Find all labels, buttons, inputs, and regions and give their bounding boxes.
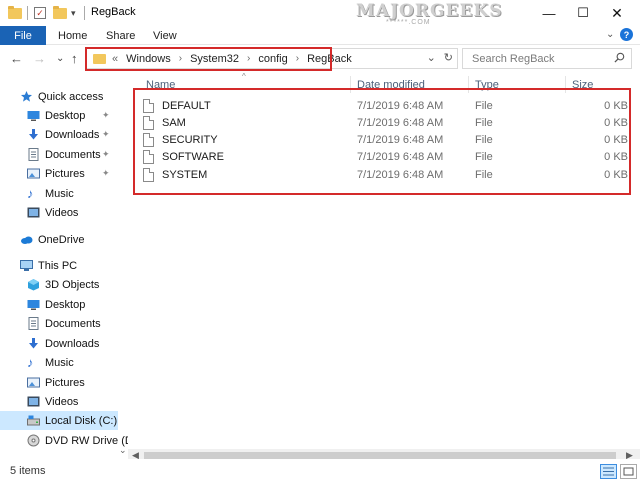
details-view-icon <box>603 467 614 476</box>
sidebar-item-label: Music <box>45 356 74 369</box>
up-button[interactable]: ↑ <box>71 51 78 66</box>
sidebar-item-label: Desktop <box>45 109 86 122</box>
search-icon[interactable] <box>614 52 625 63</box>
details-view-button[interactable] <box>600 464 617 479</box>
back-button[interactable]: ← <box>10 51 23 66</box>
tab-file[interactable]: File <box>0 26 46 45</box>
pin-icon[interactable]: ✦ <box>102 129 110 140</box>
sidebar-item-downloads[interactable]: Downloads <box>27 334 99 353</box>
pictures-icon <box>27 376 40 389</box>
window-title: RegBack <box>91 6 136 18</box>
pictures-icon <box>27 167 40 180</box>
sidebar-item-label: Music <box>45 187 74 200</box>
videos-icon <box>27 395 40 408</box>
item-count: 5 items <box>10 465 46 477</box>
separator <box>84 5 85 21</box>
music-icon: ♪ <box>27 355 34 370</box>
tab-home[interactable]: Home <box>58 26 87 45</box>
sidebar-item-videos[interactable]: Videos <box>27 392 78 411</box>
refresh-icon[interactable]: ↻ <box>444 51 453 64</box>
sidebar-item-quick-access[interactable]: Quick access <box>20 87 103 106</box>
search-input[interactable]: Search RegBack <box>462 48 632 69</box>
files-highlight-box <box>133 88 631 195</box>
sidebar-item-label: Pictures <box>45 167 85 180</box>
videos-icon <box>27 206 40 219</box>
desktop-icon <box>27 298 40 311</box>
sidebar-item-music[interactable]: ♪ Music <box>27 184 74 203</box>
sidebar-item-desktop[interactable]: Desktop <box>27 295 85 314</box>
sidebar-scrollbar[interactable]: ⌄ <box>118 73 128 459</box>
title-bar: ✓ ▾ RegBack MAJORGEEKS ******.COM — ☐ ✕ <box>0 0 640 26</box>
recent-locations-button[interactable]: ⌄ <box>56 53 64 64</box>
address-dropdown-icon[interactable]: ⌄ <box>427 51 436 64</box>
sidebar-item-pictures[interactable]: Pictures <box>27 164 85 183</box>
ribbon: File Home Share View ⌄ ? <box>0 26 640 45</box>
status-bar: 5 items <box>0 459 640 483</box>
navigation-pane: Quick access Desktop ✦ Downloads ✦ Docum… <box>0 73 128 459</box>
sidebar-item-dvd-drive[interactable]: DVD RW Drive (D <box>27 431 128 450</box>
sidebar-item-label: Videos <box>45 395 79 408</box>
watermark-text: MAJORGEEKS <box>356 1 503 21</box>
expand-ribbon-icon[interactable]: ⌄ <box>606 29 614 40</box>
sidebar-item-music[interactable]: ♪ Music <box>27 353 74 372</box>
sidebar-item-local-disk[interactable]: Local Disk (C:) <box>0 411 118 430</box>
3d-objects-icon <box>27 278 40 291</box>
music-icon: ♪ <box>27 186 34 201</box>
sidebar-item-documents[interactable]: Documents <box>27 145 101 164</box>
new-folder-icon[interactable] <box>53 5 67 21</box>
properties-icon[interactable]: ✓ <box>34 5 46 21</box>
scroll-down-icon[interactable]: ⌄ <box>119 445 127 456</box>
sidebar-item-label: Documents <box>45 317 101 330</box>
sidebar-item-label: Pictures <box>45 376 85 389</box>
help-icon[interactable]: ? <box>620 28 633 41</box>
sidebar-item-3d-objects[interactable]: 3D Objects <box>27 275 99 294</box>
large-icons-view-button[interactable] <box>620 464 637 479</box>
large-icons-view-icon <box>623 467 634 476</box>
watermark-subtext: ******.COM <box>386 19 431 26</box>
search-placeholder: Search RegBack <box>472 53 555 65</box>
folder-icon <box>8 5 22 21</box>
sidebar-item-label: Desktop <box>45 298 86 311</box>
sidebar-item-label: 3D Objects <box>45 278 100 291</box>
forward-button[interactable]: → <box>33 51 46 66</box>
customize-toolbar-icon[interactable]: ▾ <box>71 5 76 21</box>
sidebar-item-label: Documents <box>45 148 101 161</box>
dvd-drive-icon <box>27 434 40 447</box>
cloud-icon <box>20 233 33 246</box>
desktop-icon <box>27 109 40 122</box>
sidebar-item-label: Quick access <box>38 90 104 103</box>
pin-icon[interactable]: ✦ <box>102 149 110 160</box>
sidebar-item-desktop[interactable]: Desktop <box>27 106 85 125</box>
computer-icon <box>20 259 33 272</box>
sidebar-item-label: OneDrive <box>38 233 85 246</box>
sidebar-item-this-pc[interactable]: This PC <box>20 256 77 275</box>
sidebar-item-label: This PC <box>38 259 78 272</box>
tab-view[interactable]: View <box>153 26 177 45</box>
sidebar-item-pictures[interactable]: Pictures <box>27 373 85 392</box>
close-button[interactable]: ✕ <box>594 0 640 26</box>
address-highlight-box <box>85 47 332 71</box>
pin-icon[interactable]: ✦ <box>102 168 110 179</box>
separator <box>27 5 28 21</box>
sort-ascending-icon: ^ <box>242 72 246 81</box>
sidebar-item-label: Local Disk (C:) <box>45 414 118 427</box>
sidebar-item-downloads[interactable]: Downloads <box>27 125 99 144</box>
sidebar-item-onedrive[interactable]: OneDrive <box>20 230 84 249</box>
documents-icon <box>27 317 40 330</box>
star-icon <box>20 90 33 103</box>
sidebar-item-label: Videos <box>45 206 79 219</box>
documents-icon <box>27 148 40 161</box>
downloads-icon <box>27 337 40 350</box>
sidebar-item-label: Downloads <box>45 337 100 350</box>
downloads-icon <box>27 128 40 141</box>
sidebar-item-documents[interactable]: Documents <box>27 314 101 333</box>
tab-share[interactable]: Share <box>106 26 135 45</box>
pin-icon[interactable]: ✦ <box>102 110 110 121</box>
sidebar-item-videos[interactable]: Videos <box>27 203 78 222</box>
sidebar-item-label: DVD RW Drive (D <box>45 434 128 447</box>
sidebar-item-label: Downloads <box>45 128 100 141</box>
local-disk-icon <box>27 414 40 427</box>
